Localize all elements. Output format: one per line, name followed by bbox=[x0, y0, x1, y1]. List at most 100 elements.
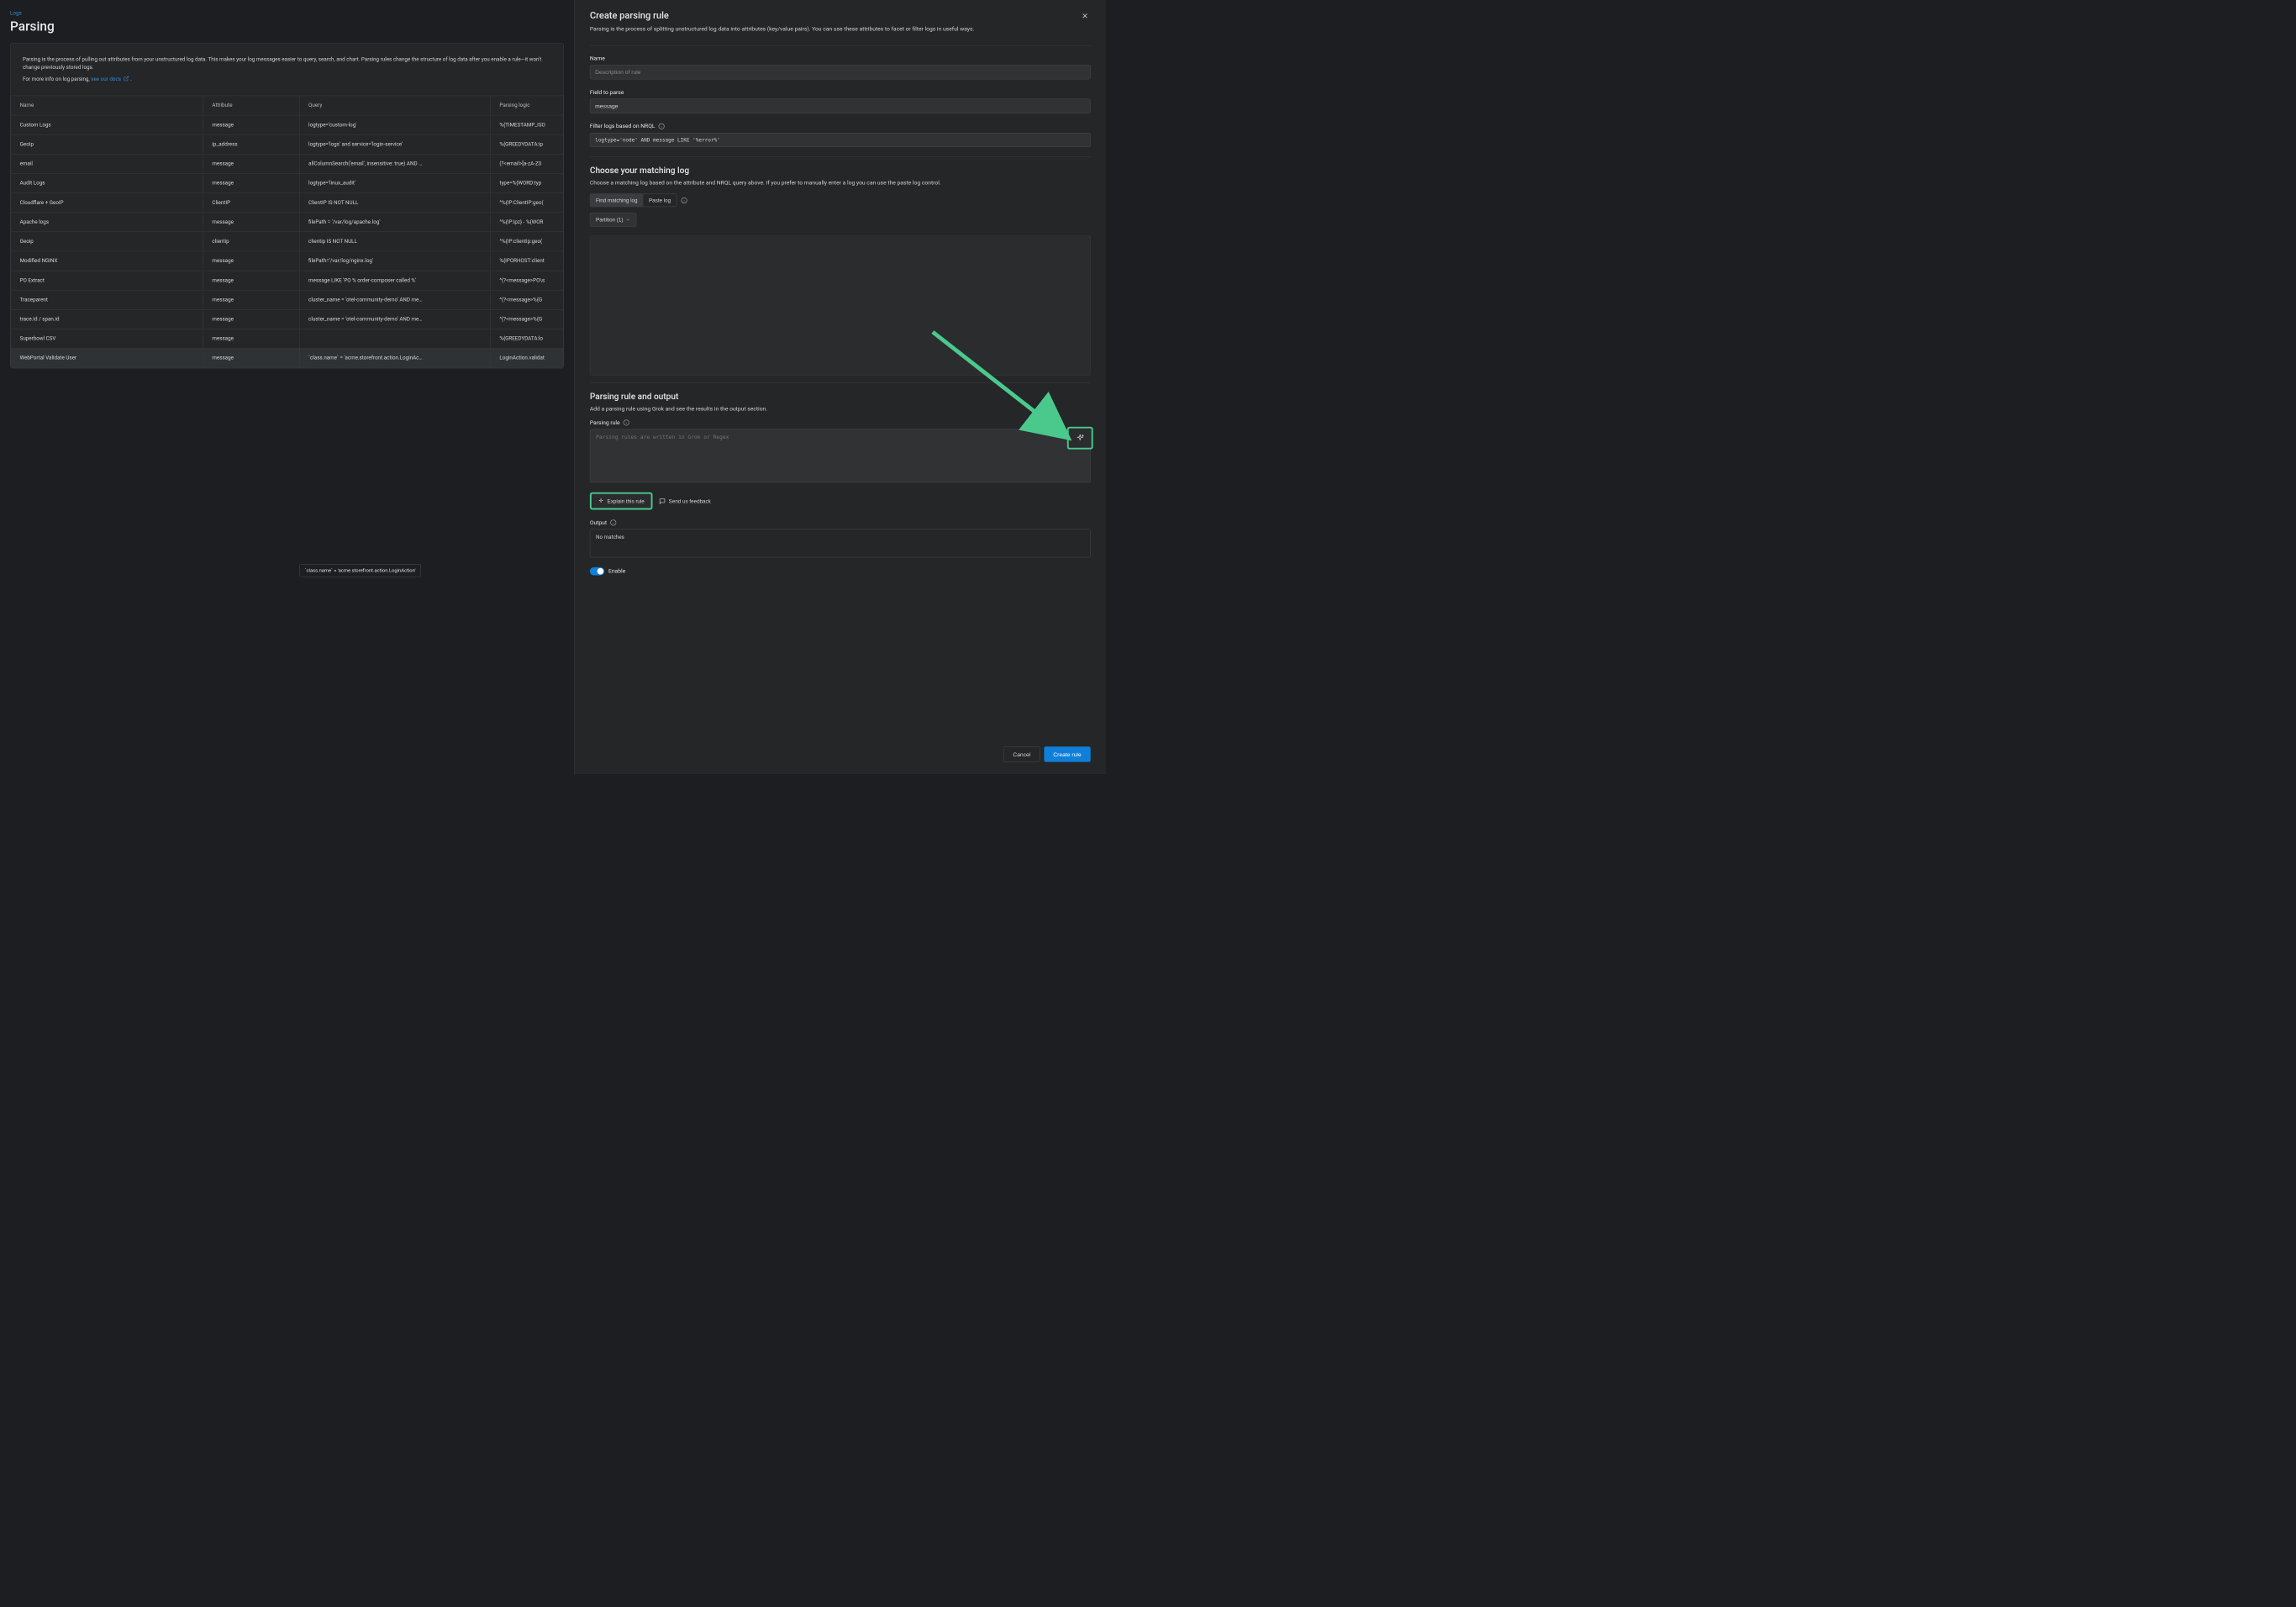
cell-query: logtype='linux_audit' bbox=[299, 173, 490, 192]
partition-dropdown[interactable]: Partition (1) bbox=[590, 213, 636, 227]
table-row[interactable]: PO Extractmessagemessage LIKE 'PO % orde… bbox=[11, 271, 564, 290]
paste-log-tab[interactable]: Paste log bbox=[643, 194, 677, 207]
cell-attribute: message bbox=[203, 154, 300, 173]
table-row[interactable]: GeoIpip_addresslogtype='logs' and servic… bbox=[11, 134, 564, 154]
table-row[interactable]: Geoipclientipclientip IS NOT NULL^%{IP:c… bbox=[11, 232, 564, 251]
close-panel-button[interactable] bbox=[1079, 10, 1090, 23]
cancel-button[interactable]: Cancel bbox=[1003, 746, 1040, 761]
cell-query: cluster_name = 'otel-community-demo' AND… bbox=[299, 290, 490, 309]
enable-label: Enable bbox=[608, 568, 625, 575]
cell-attribute: message bbox=[203, 290, 300, 309]
cell-query: message LIKE 'PO % order-composer called… bbox=[299, 271, 490, 290]
cell-attribute: ip_address bbox=[203, 134, 300, 154]
table-row[interactable]: Audit Logsmessagelogtype='linux_audit'ty… bbox=[11, 173, 564, 192]
sparkle-icon bbox=[598, 498, 603, 503]
cell-query: filePath='/var/log/nginx.log' bbox=[299, 251, 490, 271]
matching-tabs: Find matching log Paste log bbox=[590, 193, 677, 207]
col-logic[interactable]: Parsing logic bbox=[491, 96, 564, 115]
cell-attribute: clientip bbox=[203, 232, 300, 251]
cell-query: allColumnSearch('email', insensitive: tr… bbox=[299, 154, 490, 173]
send-feedback-button[interactable]: Send us feedback bbox=[659, 498, 711, 504]
ai-sparkle-button[interactable] bbox=[1067, 427, 1093, 450]
table-row[interactable]: emailmessageallColumnSearch('email', ins… bbox=[11, 154, 564, 173]
cell-query: clientip IS NOT NULL bbox=[299, 232, 490, 251]
cell-logic: %{IPORHOST:client bbox=[491, 251, 564, 271]
cell-attribute: message bbox=[203, 212, 300, 231]
cell-query: ClientIP IS NOT NULL bbox=[299, 192, 490, 212]
parsing-output-desc: Add a parsing rule using Grok and see th… bbox=[590, 406, 1091, 413]
table-row[interactable]: Custom Logsmessagelogtype='custom-log'%{… bbox=[11, 115, 564, 134]
col-name[interactable]: Name bbox=[11, 96, 203, 115]
table-row[interactable]: Superbowl CSVmessage%{GREEDYDATA:lo bbox=[11, 329, 564, 348]
cell-name: Apache logs bbox=[11, 212, 203, 231]
cell-name: Traceparent bbox=[11, 290, 203, 309]
main-content: Logs Parsing Parsing is the process of p… bbox=[0, 0, 574, 774]
explain-rule-button[interactable]: Explain this rule bbox=[590, 493, 653, 510]
cell-name: Audit Logs bbox=[11, 173, 203, 192]
cell-query: logtype='custom-log' bbox=[299, 115, 490, 134]
cell-query: `class.name` = 'acme.storefront.action.L… bbox=[299, 348, 490, 367]
panel-title: Create parsing rule bbox=[590, 10, 1079, 21]
cell-attribute: message bbox=[203, 251, 300, 271]
external-link-icon bbox=[124, 76, 129, 82]
table-row[interactable]: Modified NGINXmessagefilePath='/var/log/… bbox=[11, 251, 564, 271]
cell-name: Modified NGINX bbox=[11, 251, 203, 271]
info-icon[interactable] bbox=[658, 123, 665, 129]
chevron-down-icon bbox=[625, 217, 630, 222]
intro-text-1: Parsing is the process of pulling out at… bbox=[23, 55, 551, 71]
col-attribute[interactable]: Attribute bbox=[203, 96, 300, 115]
field-to-parse-input[interactable] bbox=[590, 99, 1091, 113]
table-row[interactable]: Apache logsmessagefilePath = '/var/log/a… bbox=[11, 212, 564, 231]
parsing-rule-label: Parsing rule bbox=[590, 419, 1091, 426]
card-intro: Parsing is the process of pulling out at… bbox=[11, 44, 564, 96]
panel-description: Parsing is the process of splitting unst… bbox=[590, 25, 1079, 34]
name-input[interactable] bbox=[590, 65, 1091, 79]
page-title: Parsing bbox=[10, 18, 564, 34]
cell-query: logtype='logs' and service='login-servic… bbox=[299, 134, 490, 154]
partition-label: Partition (1) bbox=[596, 217, 623, 223]
cell-name: WebPortal Validate User bbox=[11, 348, 203, 367]
parsing-output-title: Parsing rule and output bbox=[590, 392, 1091, 402]
cell-logic: ^(?<message>%{G bbox=[491, 309, 564, 329]
cell-logic: type=%{WORD:typ bbox=[491, 173, 564, 192]
parsing-rule-textarea[interactable] bbox=[590, 429, 1091, 483]
cell-logic: (?<email>[a-zA-Z0 bbox=[491, 154, 564, 173]
find-matching-tab[interactable]: Find matching log bbox=[590, 194, 643, 207]
matching-log-title: Choose your matching log bbox=[590, 166, 1091, 176]
filter-nrql-label: Filter logs based on NRQL bbox=[590, 123, 1091, 129]
send-feedback-label: Send us feedback bbox=[669, 498, 711, 503]
table-row[interactable]: Traceparentmessagecluster_name = 'otel-c… bbox=[11, 290, 564, 309]
create-rule-button[interactable]: Create rule bbox=[1044, 746, 1091, 761]
cell-attribute: message bbox=[203, 173, 300, 192]
info-icon[interactable] bbox=[681, 197, 687, 203]
cell-logic: ^(?<message>PO\s bbox=[491, 271, 564, 290]
log-preview-area[interactable] bbox=[590, 235, 1091, 375]
table-row[interactable]: trace.Id / span.idmessagecluster_name = … bbox=[11, 309, 564, 329]
cell-name: PO Extract bbox=[11, 271, 203, 290]
cell-logic: ^(?<message>%{G bbox=[491, 290, 564, 309]
info-icon[interactable] bbox=[610, 519, 617, 526]
cell-name: Superbowl CSV bbox=[11, 329, 203, 348]
cell-logic: %{TIMESTAMP_ISO bbox=[491, 115, 564, 134]
breadcrumb[interactable]: Logs bbox=[10, 10, 564, 16]
cell-query: filePath = '/var/log/apache.log' bbox=[299, 212, 490, 231]
explain-rule-label: Explain this rule bbox=[608, 498, 645, 503]
filter-nrql-input[interactable] bbox=[590, 133, 1091, 147]
cell-attribute: message bbox=[203, 348, 300, 367]
cell-name: Custom Logs bbox=[11, 115, 203, 134]
cell-attribute: message bbox=[203, 271, 300, 290]
info-icon[interactable] bbox=[623, 419, 629, 426]
col-query[interactable]: Query bbox=[299, 96, 490, 115]
cell-attribute: message bbox=[203, 329, 300, 348]
name-label: Name bbox=[590, 55, 1091, 62]
table-row[interactable]: WebPortal Validate Usermessage`class.nam… bbox=[11, 348, 564, 367]
cell-attribute: message bbox=[203, 309, 300, 329]
parsing-card: Parsing is the process of pulling out at… bbox=[10, 43, 564, 368]
table-row[interactable]: Cloudflare + GeoIPClientIPClientIP IS NO… bbox=[11, 192, 564, 212]
cell-name: Cloudflare + GeoIP bbox=[11, 192, 203, 212]
enable-toggle[interactable] bbox=[590, 567, 604, 576]
docs-link[interactable]: see our docs bbox=[91, 76, 121, 82]
cell-name: email bbox=[11, 154, 203, 173]
cell-attribute: ClientIP bbox=[203, 192, 300, 212]
sparkle-icon bbox=[1076, 434, 1085, 443]
